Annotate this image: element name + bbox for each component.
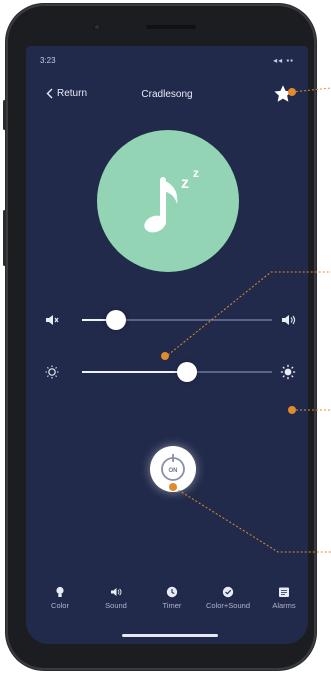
callout-dot [169, 483, 177, 491]
annotation-callouts [161, 87, 331, 553]
callout-dot [288, 88, 296, 96]
callout-dot [161, 352, 169, 360]
callout-dot [288, 406, 296, 414]
